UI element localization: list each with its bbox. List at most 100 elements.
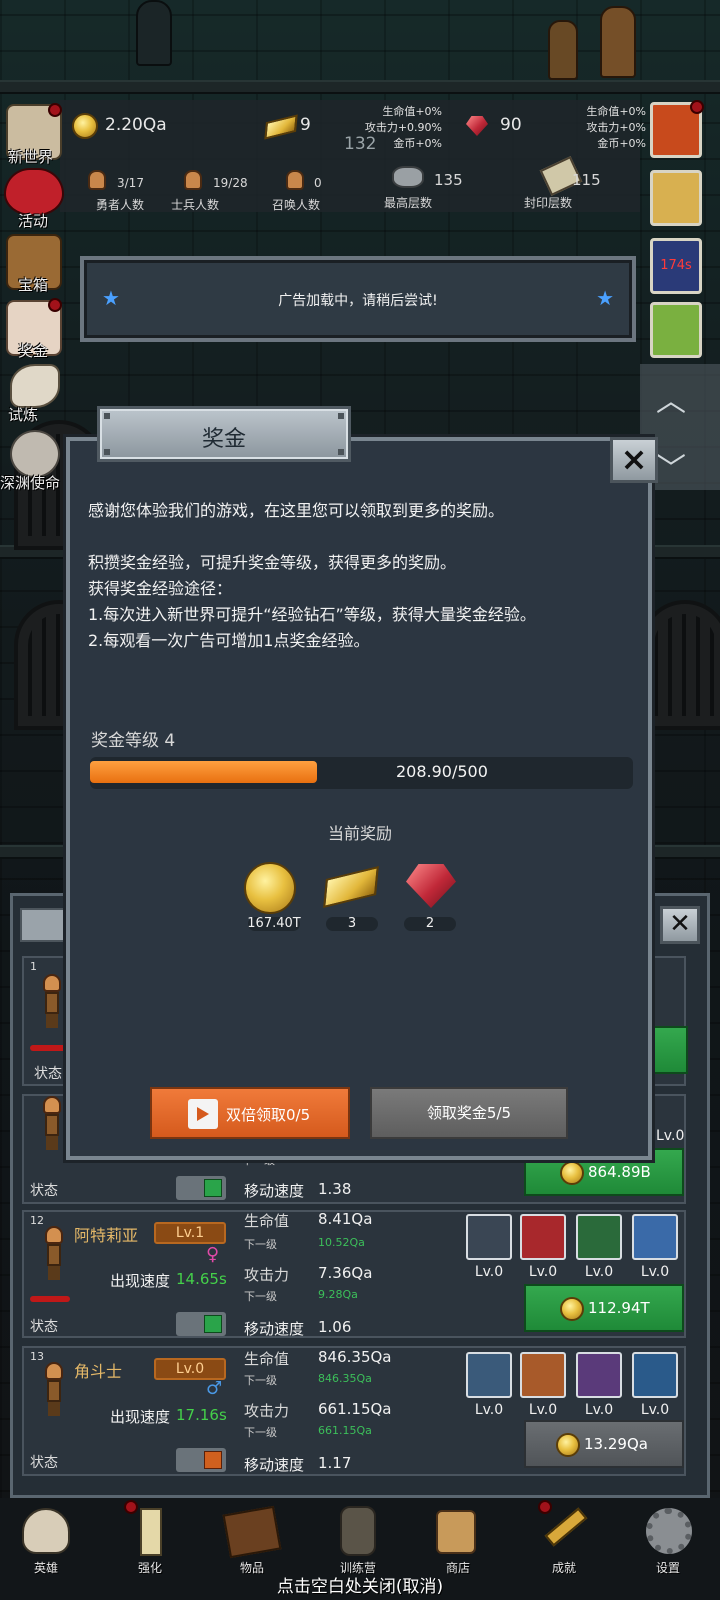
upgrade-price: 112.94T xyxy=(588,1299,650,1317)
max-floor-value: 135 xyxy=(434,171,463,189)
orb-icon[interactable] xyxy=(10,430,60,478)
candle-icon[interactable] xyxy=(650,170,702,226)
upgrade-price: 864.89B xyxy=(588,1163,651,1181)
coin-icon xyxy=(244,862,296,914)
rivet xyxy=(338,413,344,419)
bonus-exp-progress-text: 208.90/500 xyxy=(396,762,488,781)
armor-skill-icon[interactable] xyxy=(466,1352,512,1398)
hero-status-label: 状态 xyxy=(30,1183,58,1199)
notification-dot xyxy=(48,103,62,117)
scroll-up-button[interactable]: ︿ xyxy=(656,376,686,420)
upgrade-price: 13.29Qa xyxy=(584,1435,648,1453)
description-line: 感谢您体验我们的游戏，在这里您可以领取到更多的奖励。 xyxy=(88,501,505,520)
gems-amount: 90 xyxy=(500,115,522,135)
move-speed-label: 移动速度 xyxy=(244,1182,305,1200)
rivet xyxy=(104,413,110,419)
slime-icon[interactable] xyxy=(650,302,702,358)
claim-bonus-button[interactable]: 领取奖金5/5 xyxy=(370,1087,568,1139)
hero-sprite xyxy=(40,974,64,1028)
bonus-left: 生命值+0% 攻击力+0.90% 金币+0% xyxy=(360,104,442,152)
hero-sprite xyxy=(42,1226,66,1280)
skill-level: Lv.0 xyxy=(640,1402,670,1418)
move-speed-label: 移动速度 xyxy=(244,1456,305,1474)
panel-close-button[interactable]: ✕ xyxy=(660,906,700,944)
hero-index: 1 xyxy=(30,960,37,973)
side-menu-trial[interactable]: 试炼 xyxy=(8,404,38,425)
hero-upgrade-button[interactable]: 13.29Qa xyxy=(524,1420,684,1468)
hero-hp-bar xyxy=(30,1045,70,1051)
skull-icon[interactable] xyxy=(16,1502,76,1560)
hero-sprite xyxy=(42,1362,66,1416)
hp-value: 8.41Qa xyxy=(318,1210,373,1228)
hp-next-value: 846.35Qa xyxy=(318,1372,372,1385)
lantern-icon[interactable] xyxy=(328,1502,388,1560)
atk-value: 7.36Qa xyxy=(318,1264,373,1282)
reward-amount: 2 xyxy=(425,916,435,931)
close-icon: × xyxy=(620,440,648,478)
reward-amount: 3 xyxy=(347,916,357,931)
gear-icon[interactable] xyxy=(638,1502,698,1560)
hero-status-toggle[interactable] xyxy=(176,1312,226,1336)
spawn-speed-label: 出现速度 xyxy=(110,1272,171,1290)
hero-level-badge: Lv.1 xyxy=(154,1222,226,1244)
bonus-level-label: 奖金等级 4 xyxy=(91,731,176,751)
heart-heal-skill-icon[interactable] xyxy=(632,1214,678,1260)
female-icon: ♀ xyxy=(206,1244,220,1265)
sealed-floor-label: 封印层数 xyxy=(524,196,573,210)
side-menu-abyss[interactable]: 深渊使命 xyxy=(0,472,60,493)
soldier-count-icon xyxy=(184,170,202,190)
book-icon[interactable] xyxy=(222,1502,282,1560)
double-claim-button[interactable]: 双倍领取0/5 xyxy=(150,1087,350,1139)
close-hint: 点击空白处关闭(取消) xyxy=(276,1577,444,1597)
scroll-down-button[interactable]: ﹀ xyxy=(656,444,686,488)
reward-timer: 174s xyxy=(660,258,692,273)
hp-value: 846.35Qa xyxy=(318,1348,392,1366)
side-menu-chest[interactable]: 宝箱 xyxy=(18,274,48,295)
feather-icon[interactable] xyxy=(10,364,60,408)
move-speed-value: 1.06 xyxy=(318,1318,352,1336)
side-menu-new-world[interactable]: 新世界 xyxy=(8,146,53,167)
dialog-title-plate: 奖金 xyxy=(97,406,351,462)
summon-count-icon xyxy=(286,170,304,190)
hammer-skill-icon[interactable] xyxy=(520,1352,566,1398)
side-menu-bonus[interactable]: 奖金 xyxy=(18,340,48,361)
heart-icon[interactable] xyxy=(4,168,64,216)
hourglass-skill-icon[interactable] xyxy=(632,1352,678,1398)
shield-skill-icon[interactable] xyxy=(466,1214,512,1260)
male-icon: ♂ xyxy=(206,1378,223,1399)
coin-icon xyxy=(560,1161,584,1185)
summon-count-value: 0 xyxy=(314,176,322,190)
description-line: 2.每观看一次广告可增加1点奖金经验。 xyxy=(88,631,370,650)
dialog-description: 感谢您体验我们的游戏，在这里您可以领取到更多的奖励。 积攒奖金经验，可提升奖金等… xyxy=(88,498,636,654)
stone-icon xyxy=(392,166,424,188)
claw-skill-icon[interactable] xyxy=(576,1214,622,1260)
skill-level: Lv.0 xyxy=(474,1402,504,1418)
star-icon: ★ xyxy=(596,286,614,310)
summon-count-label: 召唤人数 xyxy=(272,198,321,212)
hero-count-value: 3/17 xyxy=(117,176,144,190)
hero-upgrade-button[interactable]: 112.94T xyxy=(524,1284,684,1332)
hero-hp-bar xyxy=(30,1296,70,1302)
dialog-title: 奖金 xyxy=(201,427,246,452)
bonus-right: 生命值+0% 攻击力+0% 金币+0% xyxy=(558,104,646,152)
hero-status-label: 状态 xyxy=(34,1066,62,1082)
bonus-exp-progress: 208.90/500 xyxy=(90,757,633,789)
hero-count-label: 勇者人数 xyxy=(96,198,145,212)
bonus-gold: 金币+0% xyxy=(393,137,442,150)
bonus-hp: 生命值+0% xyxy=(586,105,646,118)
ad-notice: ★ 广告加载中，请稍后尝试! ★ xyxy=(80,256,636,342)
side-menu-activity[interactable]: 活动 xyxy=(18,210,48,231)
bonus-exp-progress-fill xyxy=(90,761,317,783)
sword-skill-icon[interactable] xyxy=(520,1214,566,1260)
max-floor-label: 最高层数 xyxy=(384,196,433,210)
gold-bars-amount: 9 xyxy=(300,115,311,135)
dialog-close-button[interactable]: × xyxy=(610,437,658,483)
coin-icon xyxy=(556,1433,580,1457)
atk-label: 攻击力 xyxy=(244,1266,290,1284)
beer-mug-icon[interactable] xyxy=(428,1502,488,1560)
hero-status-toggle[interactable] xyxy=(176,1448,226,1472)
boots-skill-icon[interactable] xyxy=(576,1352,622,1398)
hero-status-label: 状态 xyxy=(30,1455,58,1471)
hero-status-toggle[interactable] xyxy=(176,1176,226,1200)
soldier-count-label: 士兵人数 xyxy=(171,198,220,212)
